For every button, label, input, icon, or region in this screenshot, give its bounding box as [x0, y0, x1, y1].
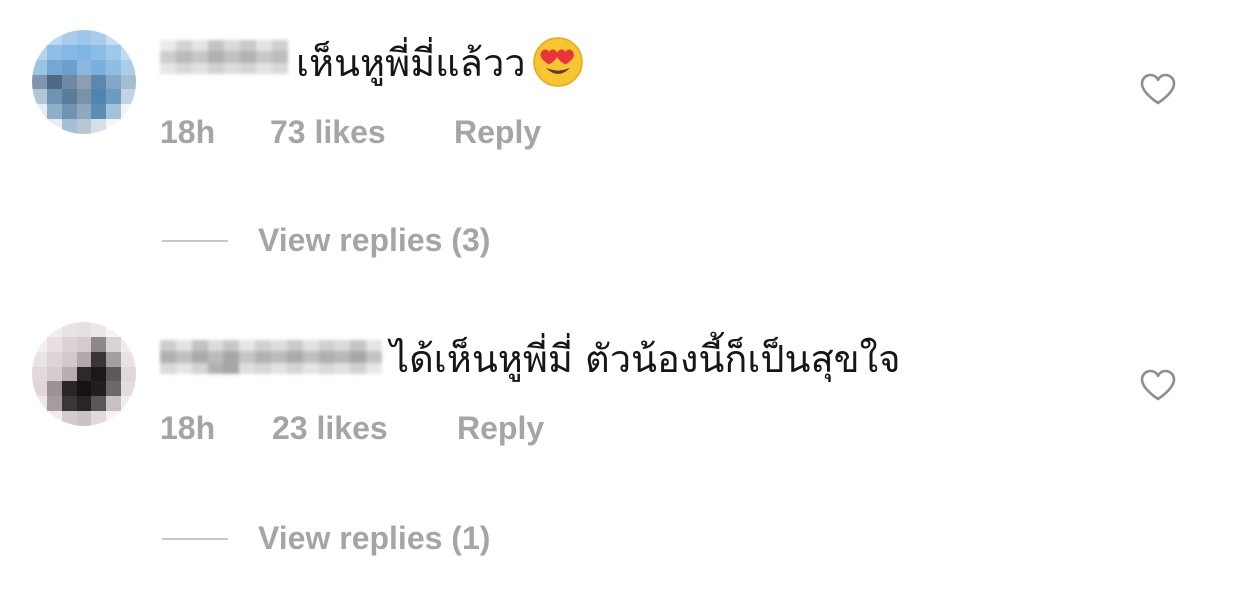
comment-time: 18h	[160, 114, 216, 150]
comment-text-content: ได้เห็นหูพี่มี่ ตัวน้องนี้ก็เป็นสุขใจ	[390, 337, 901, 381]
comment-text-content: เห็นหูพี่มี่แล้วว	[296, 41, 526, 85]
like-heart-icon[interactable]	[1139, 368, 1177, 402]
likes-count[interactable]: 23 likes	[272, 408, 388, 448]
replies-divider-line	[162, 538, 228, 540]
comment-item: เห็นหูพี่มี่แล้วว 18h 73 likes Reply Vie…	[0, 0, 1242, 300]
heart-eyes-emoji-icon	[532, 36, 583, 87]
view-replies-label[interactable]: View replies (3)	[258, 220, 490, 260]
replies-divider-line	[162, 240, 228, 242]
like-heart-icon[interactable]	[1139, 72, 1177, 106]
username-blurred[interactable]	[160, 340, 383, 374]
comment-text: เห็นหูพี่มี่แล้วว	[296, 36, 584, 88]
avatar[interactable]	[32, 322, 136, 426]
view-replies-button[interactable]: View replies (1)	[162, 518, 582, 558]
comment-time: 18h	[160, 410, 216, 446]
reply-button[interactable]: Reply	[454, 112, 541, 152]
comment-text: ได้เห็นหูพี่มี่ ตัวน้องนี้ก็เป็นสุขใจ	[390, 336, 900, 382]
reply-button[interactable]: Reply	[457, 408, 544, 448]
view-replies-label[interactable]: View replies (1)	[258, 518, 490, 558]
username-blurred[interactable]	[160, 40, 288, 74]
likes-count[interactable]: 73 likes	[270, 112, 386, 152]
view-replies-button[interactable]: View replies (3)	[162, 220, 582, 260]
avatar[interactable]	[32, 30, 136, 134]
comment-item: ได้เห็นหูพี่มี่ ตัวน้องนี้ก็เป็นสุขใจ 18…	[0, 300, 1242, 611]
